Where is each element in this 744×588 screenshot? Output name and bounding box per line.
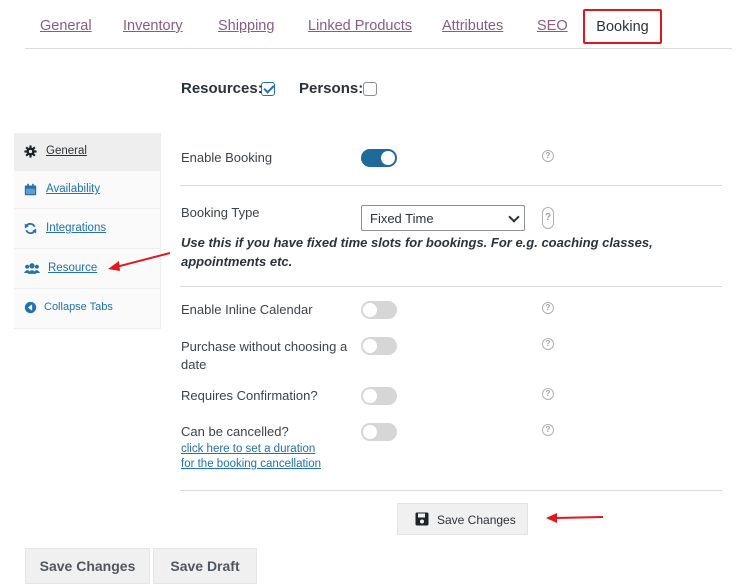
sidebar-item-label: Collapse Tabs [44, 301, 113, 313]
booking-type-select[interactable]: Fixed Time [361, 205, 525, 231]
divider [180, 185, 722, 186]
product-data-tabs: General Inventory Shipping Linked Produc… [0, 0, 744, 49]
save-changes-inner-label: Save Changes [437, 513, 516, 527]
help-icon[interactable]: ? [542, 424, 554, 436]
sidebar-item-availability[interactable]: Availability [14, 171, 160, 209]
divider [180, 490, 722, 491]
annotation-arrow-resource [108, 252, 171, 271]
sidebar-item-integrations[interactable]: Integrations [14, 209, 160, 249]
can-be-cancelled-label: Can be cancelled? [181, 424, 289, 439]
help-icon[interactable]: ? [542, 388, 554, 400]
help-icon[interactable]: ? [542, 207, 554, 229]
help-icon[interactable]: ? [542, 150, 554, 162]
booking-sidebar: General Availability Integrations Resour… [14, 133, 161, 329]
purchase-without-date-toggle[interactable] [361, 337, 397, 355]
help-icon[interactable]: ? [542, 302, 554, 314]
sidebar-item-general[interactable]: General [14, 133, 160, 171]
booking-type-hint: Use this if you have fixed time slots fo… [181, 235, 653, 269]
persons-label: Persons: [299, 80, 364, 97]
tabs-divider [25, 48, 732, 49]
tab-linked-products[interactable]: Linked Products [308, 18, 412, 34]
tab-seo[interactable]: SEO [537, 18, 568, 34]
requires-confirmation-label: Requires Confirmation? [181, 388, 318, 403]
save-icon [415, 512, 429, 526]
save-changes-inner-button[interactable]: Save Changes [397, 503, 528, 535]
tab-shipping[interactable]: Shipping [218, 18, 274, 34]
annotation-arrow-save [546, 513, 604, 523]
chevron-down-icon [508, 211, 520, 223]
calendar-icon [24, 183, 37, 196]
save-changes-button[interactable]: Save Changes [25, 548, 150, 584]
requires-confirmation-toggle[interactable] [361, 387, 397, 405]
help-icon[interactable]: ? [542, 338, 554, 350]
enable-booking-toggle[interactable] [361, 149, 397, 167]
can-be-cancelled-toggle[interactable] [361, 423, 397, 441]
resources-label: Resources: [181, 80, 263, 97]
tab-booking-label: Booking [596, 19, 649, 35]
sidebar-item-label: Integrations [46, 222, 107, 234]
collapse-icon [24, 301, 37, 314]
tab-attributes[interactable]: Attributes [442, 18, 503, 34]
tab-general[interactable]: General [40, 18, 92, 34]
divider [180, 286, 722, 287]
tab-inventory[interactable]: Inventory [123, 18, 183, 34]
booking-type-value: Fixed Time [370, 211, 434, 226]
inline-calendar-label: Enable Inline Calendar [181, 302, 313, 317]
enable-booking-label: Enable Booking [181, 150, 273, 165]
sidebar-item-collapse-tabs[interactable]: Collapse Tabs [14, 289, 160, 328]
sidebar-item-label: General [46, 145, 87, 157]
users-icon [24, 263, 40, 274]
gear-icon [24, 145, 37, 158]
booking-type-label: Booking Type [181, 205, 260, 220]
inline-calendar-toggle[interactable] [361, 301, 397, 319]
sync-icon [24, 222, 37, 235]
purchase-without-date-label: Purchase without choosing a date [181, 339, 348, 372]
tab-booking[interactable]: Booking [583, 9, 662, 44]
persons-checkbox[interactable] [363, 82, 377, 96]
resources-checkbox[interactable] [261, 82, 275, 96]
sidebar-item-label: Resource [48, 262, 98, 274]
save-draft-button[interactable]: Save Draft [153, 548, 257, 584]
cancellation-duration-link[interactable]: click here to set a duration for the boo… [181, 442, 331, 472]
sidebar-item-label: Availability [46, 183, 101, 195]
